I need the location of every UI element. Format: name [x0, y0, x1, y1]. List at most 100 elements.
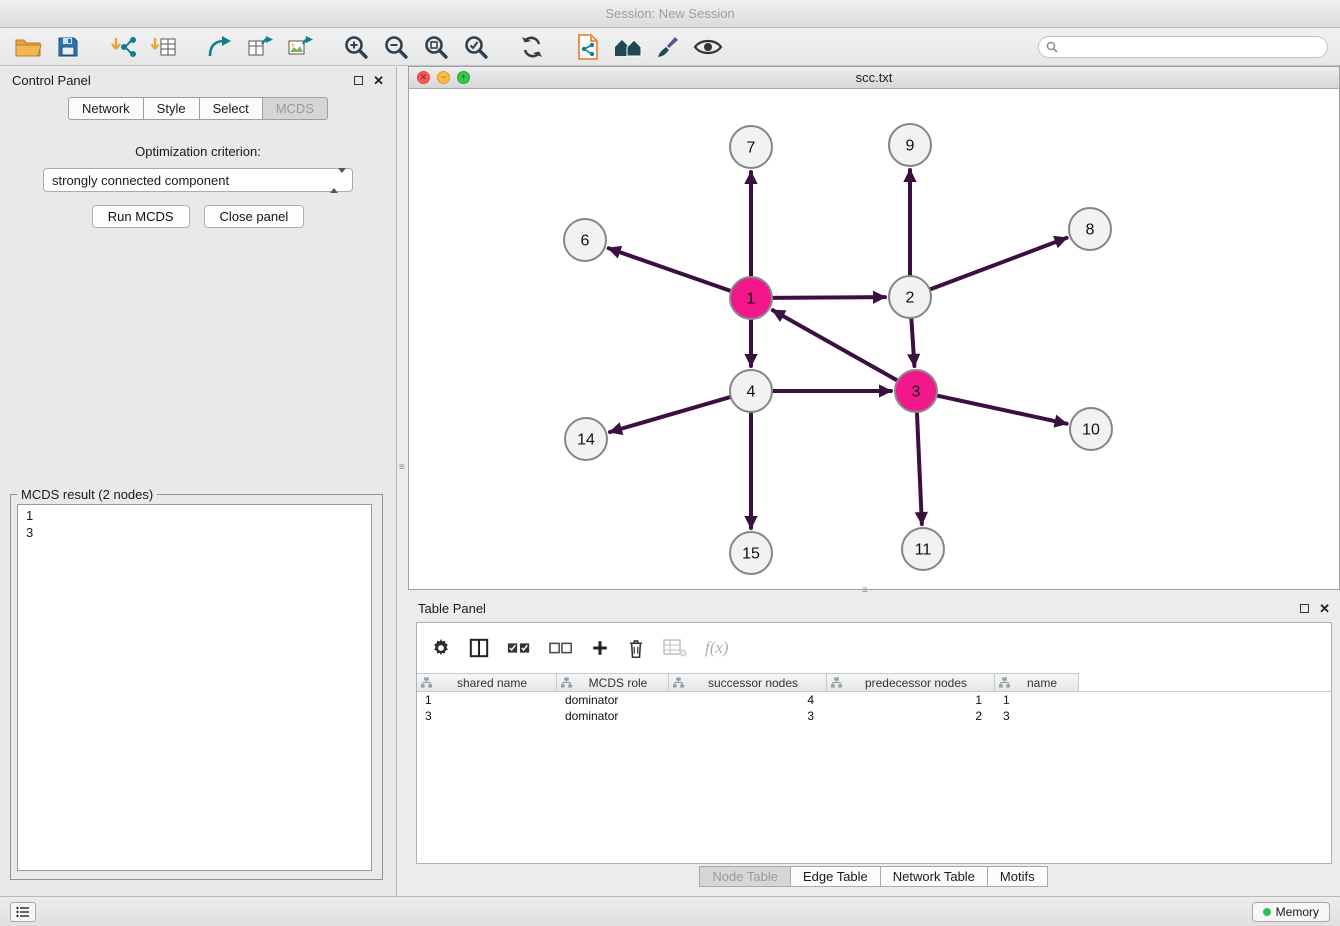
zoom-fit-button[interactable] — [420, 32, 452, 62]
window-title: Session: New Session — [0, 0, 1340, 28]
zoom-selected-button[interactable] — [460, 32, 492, 62]
table-cell: 3 — [417, 709, 557, 723]
overview-button[interactable] — [612, 32, 644, 62]
function-builder-button[interactable]: f(x) — [705, 638, 729, 658]
float-table-panel-icon[interactable] — [1300, 604, 1309, 613]
edge-2-3[interactable] — [911, 316, 914, 366]
node-8[interactable]: 8 — [1069, 208, 1111, 250]
column-header-MCDS-role[interactable]: MCDS role — [557, 673, 669, 692]
settings-button[interactable] — [431, 638, 451, 658]
tab-select[interactable]: Select — [199, 97, 263, 120]
show-columns-button[interactable] — [469, 638, 489, 658]
node-15[interactable]: 15 — [730, 532, 772, 574]
mcds-result-list[interactable]: 13 — [17, 504, 372, 871]
edge-3-11[interactable] — [917, 410, 922, 524]
node-10[interactable]: 10 — [1070, 408, 1112, 450]
edge-1-6[interactable] — [609, 248, 733, 291]
export-network-icon — [207, 35, 233, 59]
deselect-all-rows-button[interactable] — [549, 641, 573, 655]
node-2[interactable]: 2 — [889, 276, 931, 318]
vertical-splitter-handle[interactable]: ≡ — [399, 463, 405, 473]
import-network-button[interactable] — [108, 32, 140, 62]
zoom-in-button[interactable] — [340, 32, 372, 62]
node-7[interactable]: 7 — [730, 126, 772, 168]
select-all-rows-button[interactable] — [507, 641, 531, 655]
zoom-out-button[interactable] — [380, 32, 412, 62]
tab-motifs[interactable]: Motifs — [987, 866, 1048, 887]
window-zoom-button[interactable]: + — [457, 71, 470, 84]
deselect-all-icon — [549, 641, 573, 655]
node-6[interactable]: 6 — [564, 219, 606, 261]
refresh-button[interactable] — [516, 32, 548, 62]
svg-text:10: 10 — [1082, 422, 1100, 439]
first-neighbors-button[interactable] — [572, 32, 604, 62]
optimization-criterion-select[interactable]: strongly connected component — [43, 168, 353, 192]
eye-icon — [693, 37, 723, 57]
first-neighbors-icon — [576, 34, 600, 60]
mcds-result-line: 1 — [26, 507, 363, 524]
export-table-icon — [247, 35, 273, 59]
table-row[interactable]: 1dominator411 — [417, 692, 1331, 708]
control-panel-title: Control Panel — [12, 73, 91, 88]
table-cell: 4 — [669, 693, 827, 707]
table-cell: 3 — [995, 709, 1079, 723]
close-panel-button[interactable]: Close panel — [204, 205, 305, 228]
table-toolbar: f(x) — [417, 623, 1331, 673]
open-session-button[interactable] — [12, 32, 44, 62]
edge-4-14[interactable] — [610, 396, 733, 432]
node-4[interactable]: 4 — [730, 370, 772, 412]
svg-text:3: 3 — [912, 384, 921, 401]
status-menu-button[interactable] — [10, 902, 36, 922]
svg-text:15: 15 — [742, 546, 760, 563]
column-header-name[interactable]: name — [995, 673, 1079, 692]
float-panel-icon[interactable] — [354, 76, 363, 85]
search-icon — [1046, 41, 1058, 53]
edge-1-2[interactable] — [770, 297, 885, 298]
save-session-button[interactable] — [52, 32, 84, 62]
show-graphics-button[interactable] — [692, 32, 724, 62]
memory-button[interactable]: Memory — [1252, 902, 1330, 922]
home-icon — [613, 35, 643, 59]
horizontal-splitter-handle[interactable]: ≡ — [862, 586, 868, 596]
run-mcds-button[interactable]: Run MCDS — [92, 205, 190, 228]
destroy-table-button[interactable] — [663, 638, 687, 658]
fx-icon: f(x) — [705, 638, 729, 658]
edge-2-8[interactable] — [928, 238, 1067, 290]
node-14[interactable]: 14 — [565, 418, 607, 460]
node-1[interactable]: 1 — [730, 277, 772, 319]
table-cell: 2 — [827, 709, 995, 723]
window-minimize-button[interactable]: − — [437, 71, 450, 84]
node-9[interactable]: 9 — [889, 124, 931, 166]
tab-style[interactable]: Style — [143, 97, 200, 120]
search-input[interactable] — [1038, 36, 1328, 58]
tab-edge-table[interactable]: Edge Table — [790, 866, 881, 887]
add-column-button[interactable] — [591, 639, 609, 657]
zoom-in-icon — [343, 34, 369, 60]
plus-icon — [591, 639, 609, 657]
column-header-successor-nodes[interactable]: successor nodes — [669, 673, 827, 692]
export-table-button[interactable] — [244, 32, 276, 62]
import-table-icon — [151, 35, 177, 59]
close-panel-icon[interactable]: ✕ — [373, 74, 384, 87]
window-close-button[interactable]: ✕ — [417, 71, 430, 84]
tab-mcds[interactable]: MCDS — [262, 97, 328, 120]
node-11[interactable]: 11 — [902, 528, 944, 570]
delete-column-button[interactable] — [627, 638, 645, 659]
export-image-button[interactable] — [284, 32, 316, 62]
close-table-panel-icon[interactable]: ✕ — [1319, 602, 1330, 615]
tab-network-table[interactable]: Network Table — [880, 866, 988, 887]
export-network-button[interactable] — [204, 32, 236, 62]
style-brush-button[interactable] — [652, 32, 684, 62]
edge-3-10[interactable] — [935, 395, 1067, 424]
import-table-button[interactable] — [148, 32, 180, 62]
column-header-predecessor-nodes[interactable]: predecessor nodes — [827, 673, 995, 692]
edge-3-1[interactable] — [773, 310, 900, 381]
tab-node-table[interactable]: Node Table — [699, 866, 791, 887]
network-canvas[interactable]: 7 9 6 8 1 2 4 3 14 10 15 11 — [409, 89, 1339, 589]
table-cell: 1 — [995, 693, 1079, 707]
column-header-shared-name[interactable]: shared name — [417, 673, 557, 692]
table-row[interactable]: 3dominator323 — [417, 708, 1331, 724]
tab-network[interactable]: Network — [68, 97, 144, 120]
node-table-body: 1dominator4113dominator323 — [417, 692, 1331, 724]
node-3[interactable]: 3 — [895, 370, 937, 412]
